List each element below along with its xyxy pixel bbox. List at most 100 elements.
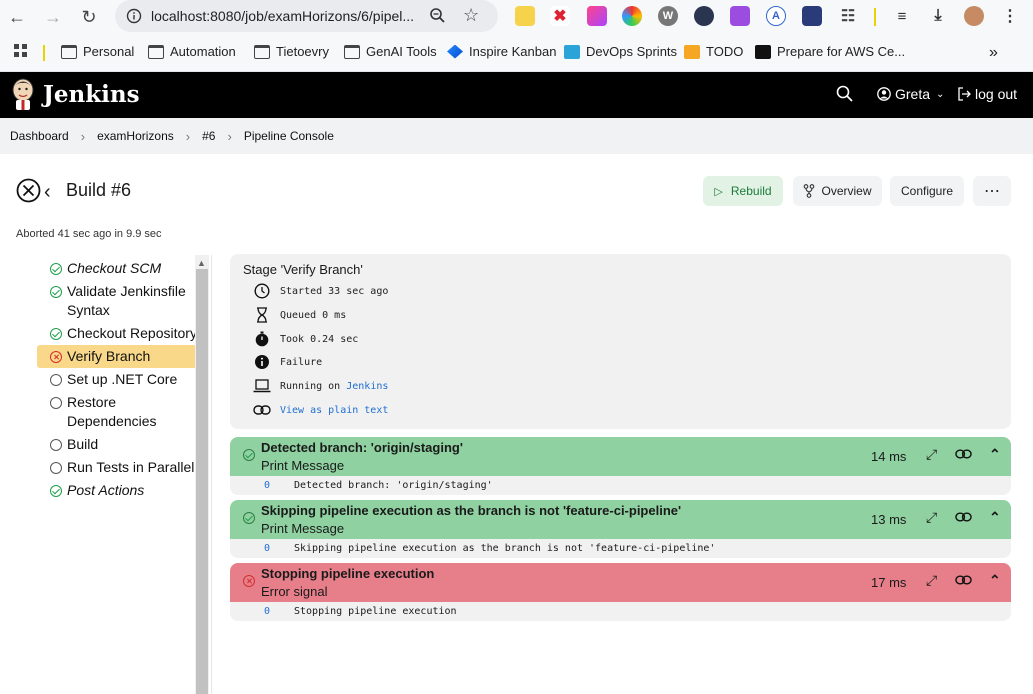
stage-item[interactable]: Checkout Repository (37, 322, 197, 345)
step-title: Detected branch: 'origin/staging' (261, 440, 463, 455)
pending-icon (50, 397, 62, 409)
site-info-icon[interactable] (123, 5, 145, 27)
success-icon (243, 512, 255, 524)
view-plain-text-link[interactable]: View as plain text (280, 405, 388, 416)
stage-item[interactable]: Set up .NET Core (37, 368, 197, 391)
jenkins-logo-icon[interactable] (10, 78, 36, 110)
extension-icon[interactable] (587, 6, 607, 26)
stage-list-scrollbar[interactable]: ▲ (195, 255, 209, 694)
step-duration: 13 ms (871, 512, 907, 527)
avatar[interactable] (964, 6, 984, 26)
chevron-up-icon[interactable]: ⌃ (989, 446, 1001, 463)
extension-icon[interactable]: ✖ (550, 6, 570, 26)
step-subtitle: Print Message (261, 458, 345, 473)
overview-button[interactable]: Overview (793, 176, 882, 206)
back-arrow-icon[interactable]: ← (0, 0, 34, 34)
stage-item[interactable]: Restore Dependencies (37, 391, 197, 433)
link-icon (253, 401, 271, 419)
bookmarks-bar: Personal Automation Tietoevry GenAI Tool… (0, 34, 1033, 72)
step-header[interactable]: Stopping pipeline execution Error signal… (230, 563, 1011, 602)
user-menu[interactable]: Greta ⌄ (877, 86, 944, 102)
folder-icon (254, 44, 270, 59)
stage-item[interactable]: Validate Jenkinsfile Syntax (37, 280, 197, 322)
stage-detail-title: Stage 'Verify Branch' (243, 262, 363, 277)
address-bar[interactable]: localhost:8080/job/examHorizons/6/pipel.… (115, 0, 498, 32)
configure-button[interactable]: Configure (890, 176, 964, 206)
step-header[interactable]: Detected branch: 'origin/staging' Print … (230, 437, 1011, 476)
more-actions-button[interactable]: ⋯ (973, 176, 1011, 206)
chevron-up-icon[interactable]: ⌃ (989, 572, 1001, 589)
expand-icon[interactable]: ⤢ (926, 446, 937, 463)
bookmark-genai-tools[interactable]: GenAI Tools (344, 44, 437, 59)
breadcrumb-job[interactable]: examHorizons (97, 129, 174, 143)
link-icon[interactable] (955, 509, 972, 525)
stage-label: Restore Dependencies (67, 394, 157, 429)
log-line-number[interactable]: 0 (264, 606, 294, 617)
stage-label: Validate Jenkinsfile Syntax (67, 283, 186, 318)
bookmark-todo[interactable]: TODO (684, 44, 743, 59)
logout-link[interactable]: log out (957, 86, 1017, 102)
link-icon[interactable] (955, 446, 972, 462)
chevron-up-icon[interactable]: ⌃ (989, 509, 1001, 526)
expand-icon[interactable]: ⤢ (926, 509, 937, 526)
breadcrumb-pipeline-console[interactable]: Pipeline Console (244, 129, 334, 143)
extension-icon[interactable] (622, 6, 642, 26)
url-text[interactable]: localhost:8080/job/examHorizons/6/pipel.… (151, 8, 423, 24)
failed-icon (243, 575, 255, 587)
stage-item[interactable]: Run Tests in Parallel (37, 456, 197, 479)
bookmark-label: TODO (706, 44, 744, 59)
rebuild-label: Rebuild (730, 184, 772, 198)
bookmark-tietoevry[interactable]: Tietoevry (254, 44, 329, 59)
bookmark-inspire-kanban[interactable]: Inspire Kanban (447, 44, 556, 59)
extension-icon[interactable]: W (658, 6, 678, 26)
search-icon[interactable] (836, 85, 853, 107)
bookmark-star-icon[interactable]: ☆ (463, 5, 479, 26)
jenkins-header: Jenkins Greta ⌄ log out (0, 72, 1033, 118)
chevron-down-icon: ⌄ (936, 88, 945, 100)
reading-list-icon[interactable]: ≡ (892, 6, 912, 26)
log-line-number[interactable]: 0 (264, 480, 294, 491)
stage-label: Verify Branch (67, 348, 151, 364)
extension-icon[interactable] (515, 6, 535, 26)
jenkins-brand[interactable]: Jenkins (43, 81, 140, 108)
menu-dots-icon[interactable]: ⋮ (1000, 6, 1020, 26)
zoom-icon[interactable] (429, 7, 446, 29)
extension-icon[interactable] (694, 6, 714, 26)
stage-item-active[interactable]: Verify Branch (37, 345, 197, 368)
bookmarks-overflow-icon[interactable]: » (989, 44, 998, 62)
stage-item[interactable]: Build (37, 433, 197, 456)
log-line-number[interactable]: 0 (264, 543, 294, 554)
back-chevron-icon[interactable]: ‹ (44, 181, 51, 204)
rebuild-button[interactable]: ▷ Rebuild (703, 176, 783, 206)
reload-icon[interactable]: ↻ (72, 0, 106, 34)
extension-icon[interactable] (730, 6, 750, 26)
extension-icon[interactable]: A (766, 6, 786, 26)
step-header[interactable]: Skipping pipeline execution as the branc… (230, 500, 1011, 539)
expand-icon[interactable]: ⤢ (926, 572, 937, 589)
bookmark-automation[interactable]: Automation (148, 44, 236, 59)
forward-arrow-icon[interactable]: → (36, 0, 70, 34)
download-icon[interactable]: ⤓ (928, 6, 948, 26)
bookmark-personal[interactable]: Personal (61, 44, 134, 59)
extension-icon[interactable] (802, 6, 822, 26)
breadcrumb-dashboard[interactable]: Dashboard (10, 129, 69, 143)
apps-grid-icon[interactable] (14, 44, 28, 58)
bookmark-divider (43, 45, 45, 61)
log-text: Detected branch: 'origin/staging' (294, 480, 493, 491)
node-link[interactable]: Jenkins (346, 381, 388, 392)
stopwatch-icon (253, 330, 271, 348)
bookmark-label: GenAI Tools (366, 44, 437, 59)
step-log: 0 Detected branch: 'origin/staging' (230, 476, 1011, 495)
todo-icon (684, 44, 700, 59)
link-icon[interactable] (955, 572, 972, 588)
puzzle-icon[interactable]: ☷ (838, 6, 858, 26)
breadcrumb-build[interactable]: #6 (202, 129, 215, 143)
bookmark-devops-sprints[interactable]: DevOps Sprints (564, 44, 677, 59)
stage-label: Run Tests in Parallel (67, 459, 195, 475)
stage-item[interactable]: Post Actions (37, 479, 197, 502)
build-status-text: Aborted 41 sec ago in 9.9 sec (16, 228, 162, 240)
stage-item[interactable]: Checkout SCM (37, 257, 197, 280)
scrollbar-thumb[interactable] (196, 269, 208, 694)
scroll-up-icon[interactable]: ▲ (197, 258, 206, 268)
bookmark-aws[interactable]: Prepare for AWS Ce... (755, 44, 905, 59)
